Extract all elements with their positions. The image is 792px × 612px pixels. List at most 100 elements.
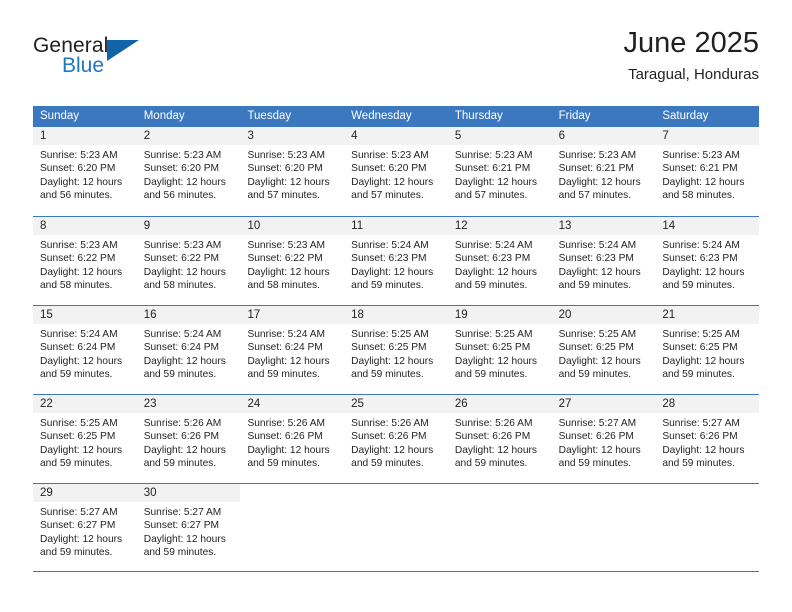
day-number: 22 (40, 398, 53, 410)
day-cell[interactable]: 8 Sunrise: 5:23 AM Sunset: 6:22 PM Dayli… (33, 217, 137, 305)
day-details: Sunrise: 5:24 AM Sunset: 6:24 PM Dayligh… (33, 324, 137, 381)
day-cell[interactable]: 9 Sunrise: 5:23 AM Sunset: 6:22 PM Dayli… (136, 217, 241, 305)
daylight-text-line1: Daylight: 12 hours (143, 533, 226, 545)
sunrise-text: Sunrise: 5:27 AM (40, 507, 118, 518)
daylight-text-line2: and 59 minutes. (454, 368, 528, 380)
sunrise-text: Sunrise: 5:25 AM (662, 329, 740, 340)
day-number: 3 (247, 130, 254, 142)
daylight-text-line2: and 58 minutes. (143, 279, 217, 291)
day-number: 14 (662, 220, 676, 232)
day-number: 20 (558, 309, 572, 321)
day-cell[interactable]: 30 Sunrise: 5:27 AM Sunset: 6:27 PM Dayl… (136, 484, 241, 571)
day-number: 7 (662, 130, 669, 142)
day-cell[interactable]: 7 Sunrise: 5:23 AM Sunset: 6:21 PM Dayli… (655, 127, 760, 216)
day-cell[interactable]: 17 Sunrise: 5:24 AM Sunset: 6:24 PM Dayl… (240, 306, 345, 394)
day-details: Sunrise: 5:23 AM Sunset: 6:21 PM Dayligh… (655, 145, 759, 202)
day-cell[interactable]: 25 Sunrise: 5:26 AM Sunset: 6:26 PM Dayl… (344, 395, 448, 483)
sunset-text: Sunset: 6:23 PM (351, 253, 427, 265)
sunset-text: Sunset: 6:25 PM (351, 342, 427, 354)
day-cell[interactable]: 6 Sunrise: 5:23 AM Sunset: 6:21 PM Dayli… (551, 127, 656, 216)
sunrise-text: Sunrise: 5:26 AM (143, 418, 222, 429)
day-number-band: 16 (136, 306, 241, 324)
day-number: 6 (558, 130, 565, 142)
day-cell[interactable]: 3 Sunrise: 5:23 AM Sunset: 6:20 PM Dayli… (240, 127, 345, 216)
day-cell[interactable]: 21 Sunrise: 5:25 AM Sunset: 6:25 PM Dayl… (655, 306, 760, 394)
day-cell[interactable]: 19 Sunrise: 5:25 AM Sunset: 6:25 PM Dayl… (447, 306, 552, 394)
sunrise-text: Sunrise: 5:27 AM (662, 418, 740, 429)
day-number-band: 30 (136, 484, 241, 502)
day-details: Sunrise: 5:24 AM Sunset: 6:23 PM Dayligh… (552, 235, 656, 292)
day-cell[interactable]: 23 Sunrise: 5:26 AM Sunset: 6:26 PM Dayl… (136, 395, 241, 483)
day-cell[interactable]: 15 Sunrise: 5:24 AM Sunset: 6:24 PM Dayl… (33, 306, 137, 394)
day-cell[interactable]: 12 Sunrise: 5:24 AM Sunset: 6:23 PM Dayl… (447, 217, 552, 305)
sunset-text: Sunset: 6:25 PM (454, 342, 531, 354)
day-details: Sunrise: 5:26 AM Sunset: 6:26 PM Dayligh… (240, 413, 344, 470)
day-number-band: 19 (447, 306, 552, 324)
day-number-band: 11 (344, 217, 448, 235)
day-number-band: 28 (655, 395, 760, 413)
day-cell[interactable]: 14 Sunrise: 5:24 AM Sunset: 6:23 PM Dayl… (655, 217, 760, 305)
sunset-text: Sunset: 6:20 PM (143, 163, 220, 175)
sunset-text: Sunset: 6:27 PM (143, 520, 220, 532)
daylight-text-line2: and 59 minutes. (558, 279, 632, 291)
day-details: Sunrise: 5:27 AM Sunset: 6:26 PM Dayligh… (552, 413, 656, 470)
daylight-text-line1: Daylight: 12 hours (351, 444, 434, 456)
day-cell[interactable]: 16 Sunrise: 5:24 AM Sunset: 6:24 PM Dayl… (136, 306, 241, 394)
day-cell[interactable]: 24 Sunrise: 5:26 AM Sunset: 6:26 PM Dayl… (240, 395, 345, 483)
daylight-text-line1: Daylight: 12 hours (40, 266, 123, 278)
day-number-band: 23 (136, 395, 241, 413)
day-number-band: 5 (447, 127, 552, 145)
day-cell[interactable]: 4 Sunrise: 5:23 AM Sunset: 6:20 PM Dayli… (344, 127, 448, 216)
daylight-text-line1: Daylight: 12 hours (247, 444, 330, 456)
weekday-header-tuesday: Tuesday (247, 110, 292, 122)
day-number-band: 10 (240, 217, 345, 235)
day-cell[interactable]: 1 Sunrise: 5:23 AM Sunset: 6:20 PM Dayli… (33, 127, 137, 216)
day-cell[interactable]: 22 Sunrise: 5:25 AM Sunset: 6:25 PM Dayl… (33, 395, 137, 483)
day-cell[interactable]: 28 Sunrise: 5:27 AM Sunset: 6:26 PM Dayl… (655, 395, 760, 483)
day-number-band: 26 (447, 395, 552, 413)
daylight-text-line1: Daylight: 12 hours (558, 176, 641, 188)
daylight-text-line2: and 59 minutes. (662, 279, 735, 291)
day-cell[interactable]: 10 Sunrise: 5:23 AM Sunset: 6:22 PM Dayl… (240, 217, 345, 305)
daylight-text-line1: Daylight: 12 hours (40, 355, 123, 367)
daylight-text-line2: and 59 minutes. (40, 457, 113, 469)
day-cell[interactable]: 2 Sunrise: 5:23 AM Sunset: 6:20 PM Dayli… (136, 127, 241, 216)
day-number: 19 (454, 309, 468, 321)
daylight-text-line1: Daylight: 12 hours (351, 355, 434, 367)
day-details: Sunrise: 5:24 AM Sunset: 6:24 PM Dayligh… (240, 324, 344, 381)
daylight-text-line2: and 58 minutes. (662, 189, 735, 201)
day-number: 29 (40, 487, 53, 499)
daylight-text-line1: Daylight: 12 hours (454, 266, 537, 278)
day-cell[interactable]: 26 Sunrise: 5:26 AM Sunset: 6:26 PM Dayl… (447, 395, 552, 483)
sunrise-text: Sunrise: 5:24 AM (247, 329, 326, 340)
day-cell[interactable]: 29 Sunrise: 5:27 AM Sunset: 6:27 PM Dayl… (33, 484, 137, 571)
daylight-text-line1: Daylight: 12 hours (247, 176, 330, 188)
daylight-text-line2: and 59 minutes. (558, 457, 632, 469)
day-cell[interactable]: 18 Sunrise: 5:25 AM Sunset: 6:25 PM Dayl… (344, 306, 448, 394)
daylight-text-line1: Daylight: 12 hours (558, 355, 641, 367)
day-number: 8 (40, 220, 47, 232)
day-cell[interactable]: 27 Sunrise: 5:27 AM Sunset: 6:26 PM Dayl… (551, 395, 656, 483)
day-details: Sunrise: 5:24 AM Sunset: 6:23 PM Dayligh… (448, 235, 552, 292)
daylight-text-line2: and 59 minutes. (247, 368, 320, 380)
day-number: 2 (143, 130, 151, 142)
daylight-text-line2: and 59 minutes. (40, 368, 113, 380)
day-number-band: 20 (551, 306, 656, 324)
day-number-band: 12 (447, 217, 552, 235)
daylight-text-line2: and 59 minutes. (143, 368, 217, 380)
day-details: Sunrise: 5:23 AM Sunset: 6:20 PM Dayligh… (240, 145, 344, 202)
day-details: Sunrise: 5:24 AM Sunset: 6:23 PM Dayligh… (655, 235, 759, 292)
title-block: June 2025 Taragual, Honduras (624, 26, 759, 86)
day-number-band: 6 (551, 127, 656, 145)
day-cell[interactable]: 11 Sunrise: 5:24 AM Sunset: 6:23 PM Dayl… (344, 217, 448, 305)
day-cell[interactable]: 5 Sunrise: 5:23 AM Sunset: 6:21 PM Dayli… (447, 127, 552, 216)
day-details: Sunrise: 5:25 AM Sunset: 6:25 PM Dayligh… (33, 413, 137, 470)
sunrise-text: Sunrise: 5:24 AM (662, 240, 740, 251)
day-number: 11 (351, 220, 364, 232)
day-details: Sunrise: 5:23 AM Sunset: 6:20 PM Dayligh… (344, 145, 448, 202)
day-details: Sunrise: 5:25 AM Sunset: 6:25 PM Dayligh… (448, 324, 552, 381)
day-cell[interactable]: 20 Sunrise: 5:25 AM Sunset: 6:25 PM Dayl… (551, 306, 656, 394)
general-blue-logo[interactable]: General Blue (33, 34, 173, 82)
day-number-band (240, 484, 344, 502)
day-cell[interactable]: 13 Sunrise: 5:24 AM Sunset: 6:23 PM Dayl… (551, 217, 656, 305)
